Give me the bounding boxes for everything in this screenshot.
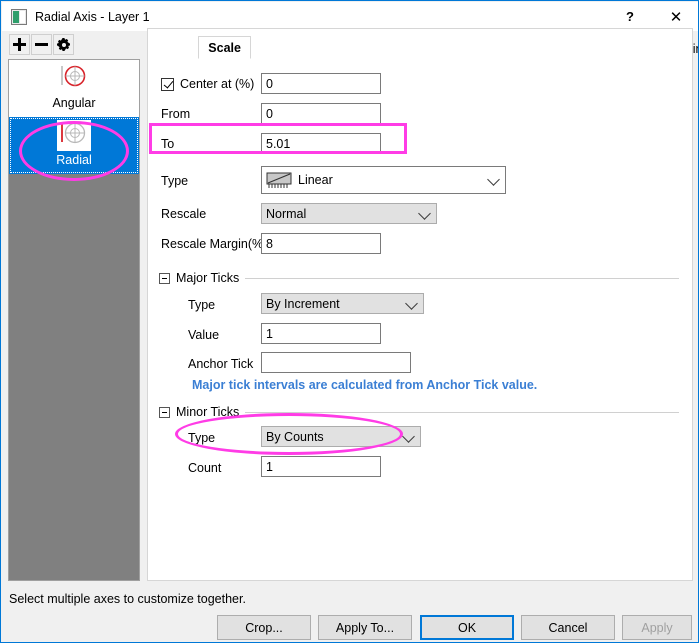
radial-axis-icon (61, 122, 86, 144)
axis-list-item-radial[interactable]: Radial (9, 117, 139, 174)
chevron-down-icon (405, 296, 418, 310)
button-bar: Crop... Apply To... OK Cancel Apply (2, 611, 698, 642)
minor-ticks-group-label: Minor Ticks (176, 405, 240, 419)
rescale-margin-input[interactable]: 8 (261, 233, 381, 254)
remove-axis-button[interactable] (31, 34, 52, 55)
axis-list-item-angular[interactable]: Angular (9, 60, 139, 117)
status-message: Select multiple axes to customize togeth… (9, 592, 246, 606)
anchor-tick-input[interactable] (261, 352, 411, 373)
major-value-row: Value (188, 324, 219, 346)
center-at-input[interactable]: 0 (261, 73, 381, 94)
ok-button[interactable]: OK (420, 615, 514, 640)
minor-count-label: Count (188, 461, 222, 475)
center-at-label: Center at (%) (180, 77, 255, 91)
minor-count-row: Count (188, 457, 221, 479)
add-axis-button[interactable] (9, 34, 30, 55)
axis-list-item-angular-label: Angular (52, 96, 96, 110)
group-divider (245, 277, 679, 279)
apply-button[interactable]: Apply (622, 615, 692, 640)
dialog-window: Radial Axis - Layer 1 ? ✕ Show Scale Tic… (0, 0, 699, 643)
scale-type-value: Linear (298, 173, 333, 187)
axis-settings-button[interactable] (53, 34, 74, 55)
linear-scale-icon (266, 172, 292, 188)
scale-type-row: Type (161, 170, 188, 192)
minor-type-combo[interactable]: By Counts (261, 426, 421, 447)
major-type-label: Type (188, 298, 216, 312)
to-label: To (161, 137, 175, 151)
chevron-down-icon (418, 206, 431, 220)
scale-tab-panel: Center at (%) 0 From 0 To 5.01 Type Line… (147, 28, 693, 581)
major-ticks-group-label: Major Ticks (176, 271, 240, 285)
minor-type-label: Type (188, 431, 216, 445)
rescale-label: Rescale (161, 207, 207, 221)
minor-type-value: By Counts (266, 429, 324, 444)
axis-list-panel: Angular Radial (8, 59, 140, 581)
status-bar: Select multiple axes to customize togeth… (2, 587, 698, 611)
minor-count-input[interactable]: 1 (261, 456, 381, 477)
scale-type-label: Type (161, 174, 189, 188)
anchor-tick-label: Anchor Tick (188, 357, 254, 371)
crop-button[interactable]: Crop... (217, 615, 311, 640)
anchor-tick-note: Major tick intervals are calculated from… (192, 378, 538, 392)
to-input[interactable]: 5.01 (261, 133, 381, 154)
gear-icon (57, 38, 70, 51)
close-icon[interactable]: ✕ (653, 2, 698, 31)
from-input[interactable]: 0 (261, 103, 381, 124)
chevron-down-icon (487, 173, 500, 186)
major-type-row: Type (188, 294, 215, 316)
cancel-button[interactable]: Cancel (521, 615, 615, 640)
group-divider (245, 411, 679, 413)
center-at-row: Center at (%) (161, 73, 254, 95)
angular-axis-icon (61, 65, 86, 87)
rescale-combo[interactable]: Normal (261, 203, 437, 224)
axis-toolbar (9, 34, 74, 55)
center-at-checkbox[interactable] (161, 77, 174, 91)
angular-axis-thumbnail (57, 63, 91, 94)
minor-type-row: Type (188, 427, 215, 449)
window-title: Radial Axis - Layer 1 (35, 9, 150, 24)
major-type-value: By Increment (266, 296, 340, 311)
rescale-row: Rescale (161, 203, 206, 225)
collapse-icon[interactable] (159, 272, 170, 284)
plot-window-icon (11, 8, 27, 25)
rescale-margin-row: Rescale Margin(%) (161, 233, 267, 255)
apply-to-button[interactable]: Apply To... (318, 615, 412, 640)
axis-list-item-radial-label: Radial (56, 153, 92, 167)
from-label: From (161, 107, 191, 121)
from-row: From (161, 103, 190, 125)
help-button[interactable]: ? (607, 2, 653, 31)
minor-ticks-group-header[interactable]: Minor Ticks (159, 403, 679, 421)
scale-type-combo[interactable]: Linear (261, 166, 506, 194)
anchor-tick-row: Anchor Tick (188, 353, 253, 375)
chevron-down-icon (402, 429, 415, 443)
major-type-combo[interactable]: By Increment (261, 293, 424, 314)
collapse-icon[interactable] (159, 406, 170, 418)
tab-scale[interactable]: Scale (198, 36, 251, 59)
major-ticks-group-header[interactable]: Major Ticks (159, 269, 679, 287)
title-bar: Radial Axis - Layer 1 ? ✕ (2, 2, 698, 31)
rescale-value: Normal (266, 206, 307, 221)
major-value-input[interactable]: 1 (261, 323, 381, 344)
rescale-margin-label: Rescale Margin(%) (161, 237, 268, 251)
radial-axis-thumbnail (57, 120, 91, 151)
major-value-label: Value (188, 328, 220, 342)
to-row: To (161, 133, 174, 155)
